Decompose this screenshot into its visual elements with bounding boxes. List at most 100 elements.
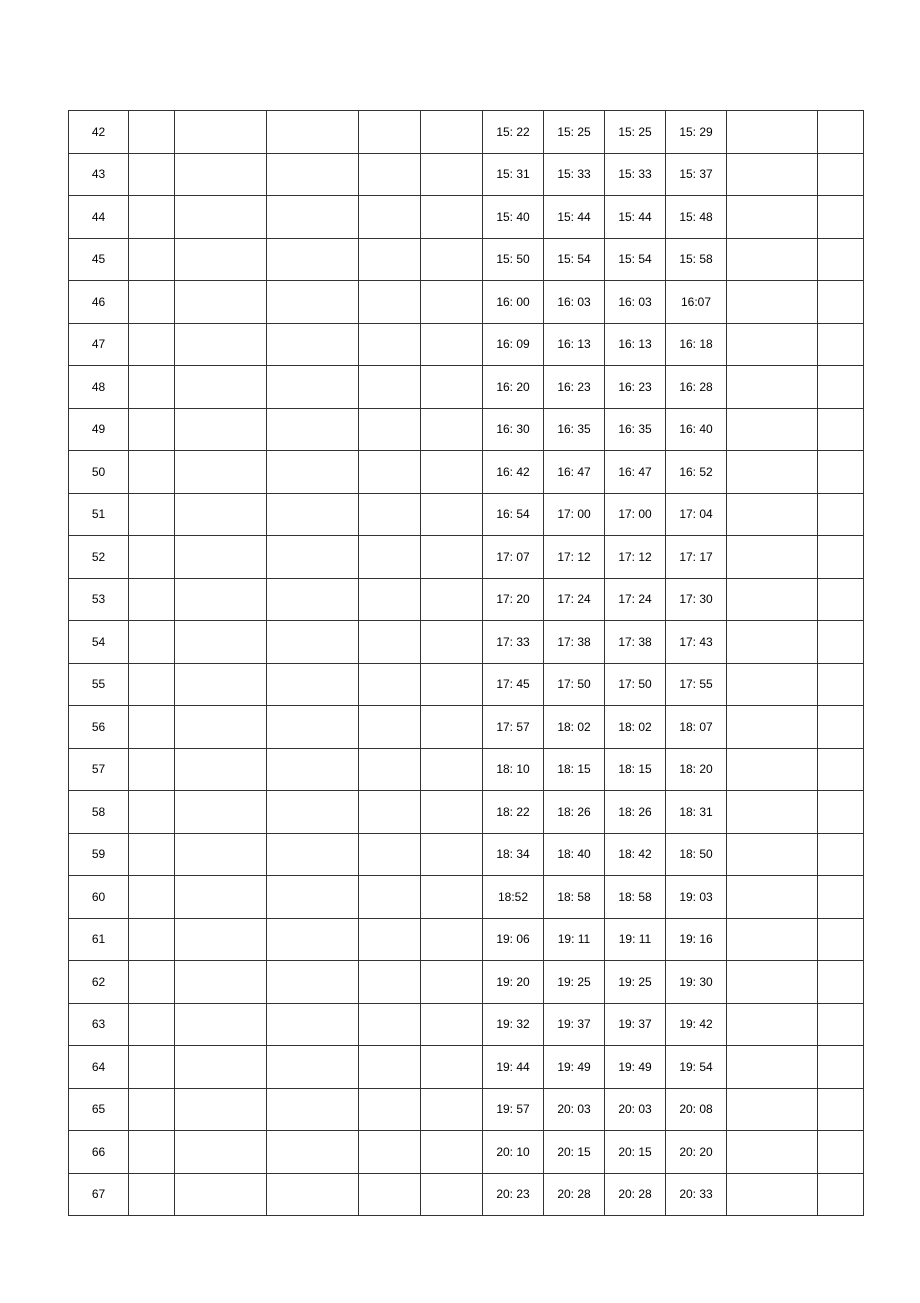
empty-cell	[359, 408, 421, 451]
empty-cell	[727, 451, 818, 494]
time-cell: 17: 43	[666, 621, 727, 664]
empty-cell	[727, 111, 818, 154]
empty-cell	[818, 663, 864, 706]
empty-cell	[359, 111, 421, 154]
empty-cell	[267, 833, 359, 876]
time-cell: 18: 26	[544, 791, 605, 834]
row-number: 59	[69, 833, 129, 876]
table-row: 6620: 1020: 1520: 1520: 20	[69, 1131, 864, 1174]
time-cell: 20: 28	[605, 1173, 666, 1216]
empty-cell	[359, 153, 421, 196]
empty-cell	[267, 918, 359, 961]
time-cell: 16: 00	[483, 281, 544, 324]
empty-cell	[421, 663, 483, 706]
row-number: 51	[69, 493, 129, 536]
empty-cell	[421, 196, 483, 239]
time-cell: 18: 31	[666, 791, 727, 834]
empty-cell	[421, 833, 483, 876]
empty-cell	[818, 621, 864, 664]
table-row: 4616: 0016: 0316: 0316:07	[69, 281, 864, 324]
time-cell: 17: 24	[605, 578, 666, 621]
empty-cell	[359, 323, 421, 366]
table-row: 5317: 2017: 2417: 2417: 30	[69, 578, 864, 621]
time-cell: 16:07	[666, 281, 727, 324]
empty-cell	[267, 706, 359, 749]
time-cell: 15: 25	[605, 111, 666, 154]
time-cell: 19: 37	[605, 1003, 666, 1046]
empty-cell	[129, 748, 175, 791]
time-cell: 18: 15	[605, 748, 666, 791]
empty-cell	[129, 493, 175, 536]
row-number: 43	[69, 153, 129, 196]
table-row: 5718: 1018: 1518: 1518: 20	[69, 748, 864, 791]
empty-cell	[129, 1173, 175, 1216]
time-cell: 15: 40	[483, 196, 544, 239]
empty-cell	[267, 451, 359, 494]
time-cell: 19: 54	[666, 1046, 727, 1089]
time-cell: 17: 17	[666, 536, 727, 579]
time-cell: 17: 12	[605, 536, 666, 579]
row-number: 66	[69, 1131, 129, 1174]
empty-cell	[818, 536, 864, 579]
table-row: 5918: 3418: 4018: 4218: 50	[69, 833, 864, 876]
empty-cell	[421, 451, 483, 494]
table-row: 6419: 4419: 4919: 4919: 54	[69, 1046, 864, 1089]
row-number: 57	[69, 748, 129, 791]
time-cell: 17: 50	[544, 663, 605, 706]
time-cell: 16: 54	[483, 493, 544, 536]
empty-cell	[175, 153, 267, 196]
empty-cell	[129, 196, 175, 239]
empty-cell	[727, 621, 818, 664]
table-row: 5217: 0717: 1217: 1217: 17	[69, 536, 864, 579]
time-cell: 16: 40	[666, 408, 727, 451]
empty-cell	[359, 1088, 421, 1131]
time-cell: 20: 28	[544, 1173, 605, 1216]
empty-cell	[175, 1173, 267, 1216]
empty-cell	[175, 961, 267, 1004]
table-row: 5517: 4517: 5017: 5017: 55	[69, 663, 864, 706]
table-row: 6720: 2320: 2820: 2820: 33	[69, 1173, 864, 1216]
empty-cell	[727, 196, 818, 239]
empty-cell	[175, 111, 267, 154]
empty-cell	[175, 1046, 267, 1089]
row-number: 48	[69, 366, 129, 409]
time-cell: 15: 37	[666, 153, 727, 196]
empty-cell	[818, 196, 864, 239]
empty-cell	[129, 961, 175, 1004]
time-cell: 16: 03	[544, 281, 605, 324]
empty-cell	[175, 791, 267, 834]
time-cell: 16: 35	[544, 408, 605, 451]
empty-cell	[818, 961, 864, 1004]
empty-cell	[129, 536, 175, 579]
empty-cell	[129, 833, 175, 876]
empty-cell	[421, 621, 483, 664]
row-number: 45	[69, 238, 129, 281]
empty-cell	[359, 281, 421, 324]
empty-cell	[359, 238, 421, 281]
empty-cell	[818, 111, 864, 154]
empty-cell	[129, 621, 175, 664]
empty-cell	[129, 238, 175, 281]
time-cell: 16: 47	[544, 451, 605, 494]
time-cell: 17: 24	[544, 578, 605, 621]
time-cell: 19: 11	[605, 918, 666, 961]
empty-cell	[727, 961, 818, 1004]
empty-cell	[818, 748, 864, 791]
time-cell: 17: 20	[483, 578, 544, 621]
time-cell: 16: 23	[544, 366, 605, 409]
empty-cell	[129, 408, 175, 451]
time-cell: 15: 25	[544, 111, 605, 154]
empty-cell	[175, 876, 267, 919]
empty-cell	[421, 536, 483, 579]
time-cell: 16: 03	[605, 281, 666, 324]
empty-cell	[175, 493, 267, 536]
empty-cell	[818, 366, 864, 409]
empty-cell	[175, 536, 267, 579]
empty-cell	[359, 748, 421, 791]
time-cell: 16: 47	[605, 451, 666, 494]
empty-cell	[267, 1131, 359, 1174]
empty-cell	[267, 238, 359, 281]
empty-cell	[727, 281, 818, 324]
empty-cell	[175, 1003, 267, 1046]
time-cell: 18: 58	[544, 876, 605, 919]
